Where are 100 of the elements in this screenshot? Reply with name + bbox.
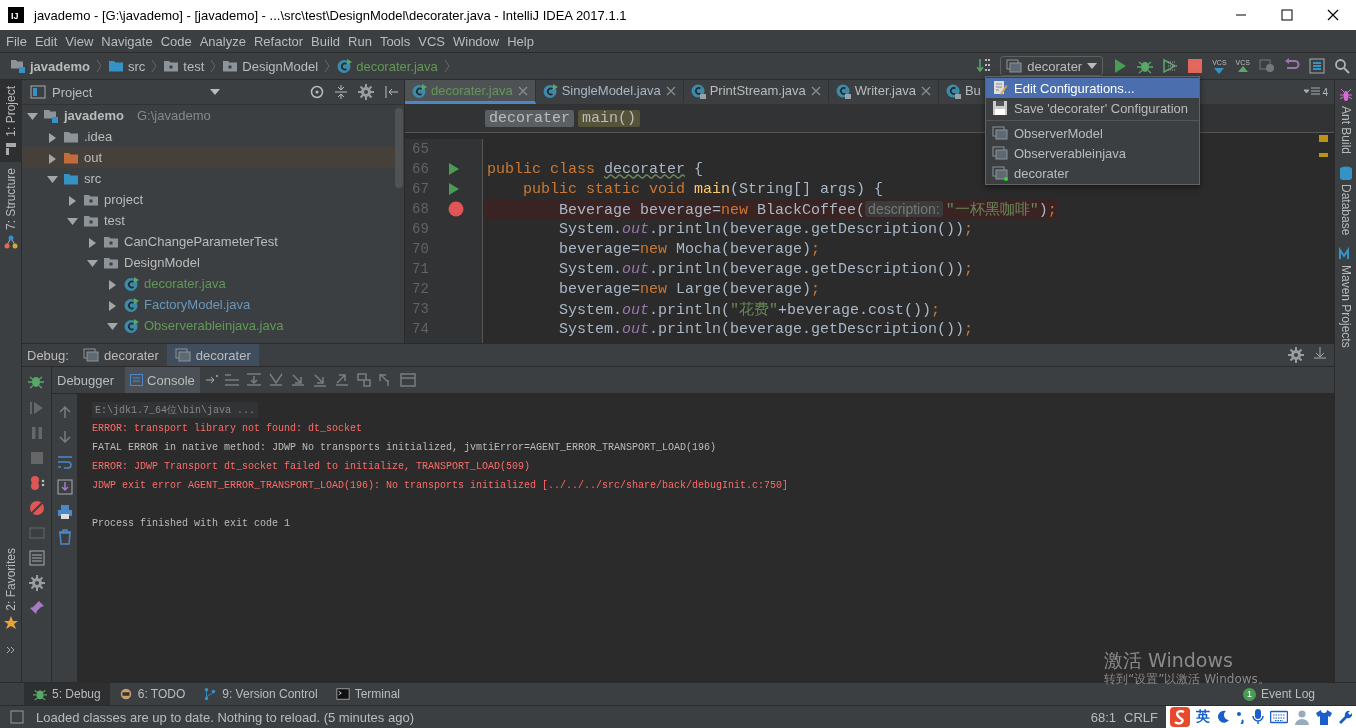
print-icon[interactable] — [56, 504, 73, 520]
caret-position[interactable]: 68:1 — [1090, 709, 1117, 725]
shirt-icon[interactable] — [1316, 709, 1332, 725]
breadcrumb[interactable]: javademo — [30, 58, 90, 74]
tool-window-tab[interactable]: Database — [1338, 166, 1353, 236]
tool-window-button[interactable]: 6: TODO — [109, 683, 195, 705]
drop-frame-icon[interactable] — [355, 372, 372, 388]
stop-icon[interactable] — [1187, 58, 1204, 74]
collapsed-arrow-icon[interactable] — [46, 151, 58, 164]
hide-icon[interactable] — [1314, 347, 1326, 359]
warning-marker[interactable] — [1319, 153, 1328, 157]
debug-tab[interactable]: Debugger — [52, 367, 120, 393]
breakpoint-icon[interactable] — [448, 201, 464, 217]
scroll-to-end-icon[interactable] — [56, 479, 73, 495]
run-configuration-dropdown[interactable]: decorater — [1000, 56, 1104, 76]
step-out-icon[interactable] — [333, 372, 350, 388]
trash-icon[interactable] — [56, 529, 73, 545]
status-toggle-icon[interactable] — [10, 710, 24, 724]
input-method-logo-icon[interactable] — [1170, 707, 1190, 727]
tree-item[interactable]: project — [22, 189, 404, 210]
caret-icon[interactable] — [210, 88, 220, 96]
menu-item[interactable]: Analyze — [195, 33, 250, 49]
history-icon[interactable] — [1259, 58, 1275, 74]
debug-tab[interactable]: Console — [125, 367, 200, 393]
user-icon[interactable] — [1294, 709, 1310, 725]
step-into-icon[interactable] — [289, 372, 306, 388]
tool-window-tab[interactable]: Maven Projects — [1338, 247, 1353, 349]
tool-window-button[interactable]: 9: Version Control — [194, 683, 327, 705]
breadcrumb[interactable]: decorater — [485, 110, 574, 127]
collapsed-arrow-icon[interactable] — [106, 298, 118, 311]
collapsed-arrow-icon[interactable] — [106, 277, 118, 290]
menu-item[interactable]: ObserverModel — [986, 123, 1199, 143]
tool-window-tab[interactable]: 2: Favorites — [0, 542, 22, 636]
layout-icon[interactable] — [28, 550, 45, 566]
punctuation-icon[interactable] — [1236, 710, 1246, 724]
tree-item[interactable]: FactoryModel.java — [22, 294, 404, 315]
run-gutter-icon[interactable] — [448, 182, 460, 196]
locate-icon[interactable] — [310, 85, 324, 99]
scrollbar[interactable] — [395, 108, 403, 188]
tree-item[interactable]: CanChangeParameterTest — [22, 231, 404, 252]
settings-icon[interactable] — [358, 84, 374, 100]
menu-item[interactable]: Window — [448, 33, 504, 49]
collapse-icon[interactable] — [334, 85, 348, 99]
mute-breakpoints-icon[interactable] — [28, 500, 45, 516]
breadcrumb[interactable]: test — [183, 58, 205, 74]
search-icon[interactable] — [1334, 58, 1350, 74]
tool-window-button[interactable]: Terminal — [326, 683, 410, 705]
soft-wrap-icon[interactable] — [56, 454, 73, 470]
step-over-icon[interactable] — [267, 372, 284, 388]
tab-list-icon[interactable] — [1304, 87, 1321, 97]
breakpoints-icon[interactable] — [28, 475, 45, 491]
collapsed-arrow-icon[interactable] — [66, 193, 78, 206]
collapsed-arrow-icon[interactable] — [46, 130, 58, 143]
run-gutter-icon[interactable] — [448, 162, 460, 176]
collapsed-arrow-icon[interactable] — [86, 235, 98, 248]
menu-item[interactable]: Navigate — [97, 33, 157, 49]
restore-layout-icon[interactable] — [205, 375, 218, 385]
tool-window-tab[interactable]: 7: Structure — [0, 161, 22, 255]
menu-item[interactable]: decorater — [986, 163, 1199, 183]
maximize-icon[interactable] — [1280, 8, 1294, 22]
close-icon[interactable] — [1326, 8, 1340, 22]
menu-item[interactable]: Code — [156, 33, 196, 49]
console-step-icon[interactable] — [223, 372, 240, 388]
hide-icon[interactable] — [384, 85, 398, 99]
tree-item[interactable]: .idea — [22, 126, 404, 147]
breadcrumb[interactable]: DesignModel — [242, 58, 319, 74]
tree-item[interactable]: decorater.java — [22, 273, 404, 294]
menu-item[interactable]: Help — [503, 33, 538, 49]
tree-item[interactable]: test — [22, 210, 404, 231]
menu-item[interactable]: File — [2, 33, 31, 49]
menu-item[interactable]: Save 'decorater' Configuration — [986, 98, 1199, 118]
tree-item[interactable]: src — [22, 168, 404, 189]
tree-item[interactable]: Observerableinjava.java — [22, 315, 404, 336]
menu-item[interactable]: Observerableinjava — [986, 143, 1199, 163]
breadcrumb[interactable]: decorater.java — [356, 58, 438, 74]
settings-icon[interactable] — [1288, 347, 1304, 363]
project-structure-icon[interactable] — [1309, 58, 1325, 74]
warning-marker[interactable] — [1319, 135, 1328, 142]
settings-icon[interactable] — [28, 575, 45, 591]
breadcrumb[interactable]: src — [128, 58, 146, 74]
more-icon[interactable] — [5, 646, 16, 654]
sort-icon[interactable] — [977, 58, 992, 74]
session-tab[interactable]: decorater — [166, 344, 259, 366]
tool-window-tab[interactable]: Ant Build — [1338, 88, 1353, 155]
menu-item[interactable]: View — [61, 33, 98, 49]
tool-window-button[interactable]: 5: Debug — [24, 683, 110, 705]
pin-icon[interactable] — [28, 600, 45, 616]
panel-title[interactable]: Project — [52, 84, 93, 100]
microphone-icon[interactable] — [1252, 709, 1264, 725]
moon-icon[interactable] — [1216, 710, 1230, 724]
input-language[interactable]: 英 — [1196, 708, 1210, 726]
wrench-icon[interactable] — [1338, 709, 1352, 725]
coverage-icon[interactable] — [1162, 58, 1179, 74]
evaluate-icon[interactable] — [399, 372, 416, 388]
menu-item[interactable]: Run — [344, 33, 376, 49]
breadcrumb[interactable]: main() — [578, 110, 641, 127]
show-execution-point-icon[interactable] — [245, 372, 262, 388]
tree-item[interactable]: javademo G:\javademo — [22, 105, 404, 126]
down-icon[interactable] — [56, 429, 73, 445]
menu-item[interactable]: Edit Configurations... — [986, 78, 1199, 98]
